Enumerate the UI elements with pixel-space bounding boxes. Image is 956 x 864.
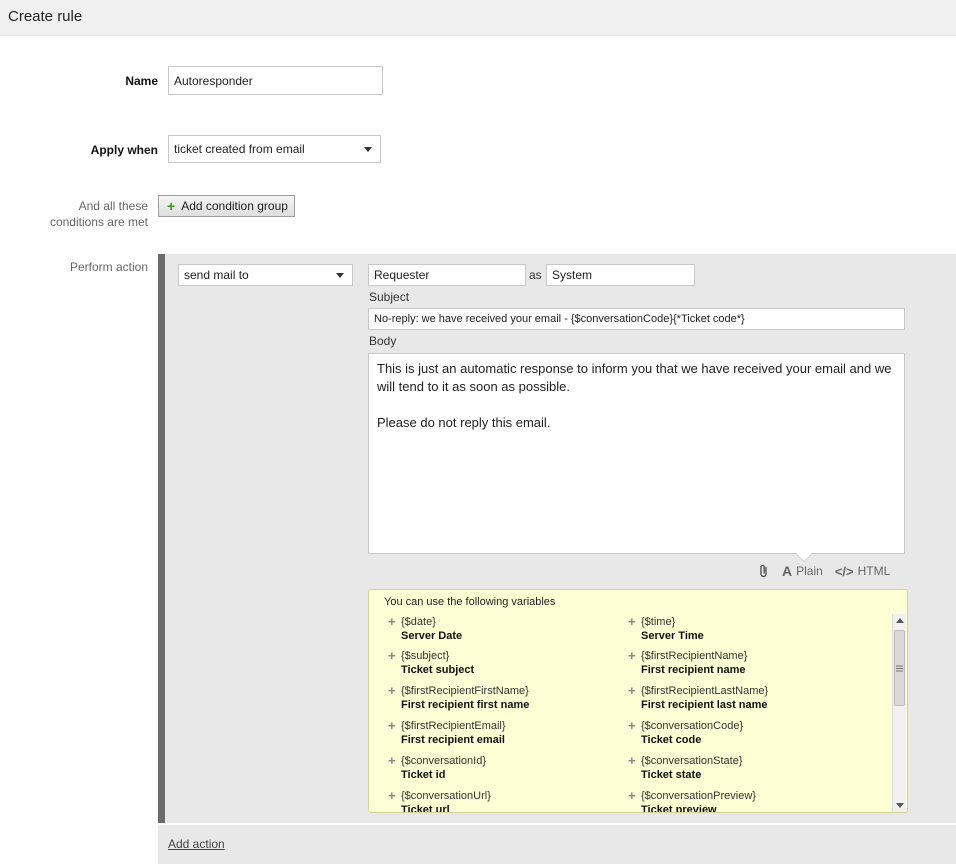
footer-bar: Add action: [158, 825, 956, 864]
conditions-label-line1: And all these: [78, 199, 148, 213]
variable-item[interactable]: + {$firstRecipientEmail} First recipient …: [388, 718, 628, 746]
name-label: Name: [125, 74, 158, 88]
plus-icon: +: [388, 788, 396, 803]
variable-code: {$conversationState}: [641, 755, 743, 767]
name-input[interactable]: [168, 66, 383, 95]
subject-label: Subject: [369, 290, 410, 304]
variables-list: + {$date} Server Date + {$time} Server Tim…: [369, 614, 891, 812]
chevron-down-icon: [364, 146, 372, 152]
apply-when-value: ticket created from email: [174, 142, 305, 156]
variable-code: {$subject}: [401, 650, 450, 662]
variable-desc: Ticket code: [641, 734, 702, 746]
sender-input[interactable]: [546, 264, 695, 286]
plus-icon: +: [388, 614, 396, 629]
action-type-value: send mail to: [184, 268, 249, 282]
plus-icon: +: [628, 788, 636, 803]
add-action-link[interactable]: Add action: [168, 837, 225, 851]
variable-desc: Ticket preview: [641, 804, 717, 812]
variable-code: {$firstRecipientName}: [641, 650, 748, 662]
subject-input[interactable]: [368, 308, 905, 330]
variable-desc: Server Date: [401, 630, 463, 642]
page-title: Create rule: [8, 8, 83, 25]
body-label: Body: [369, 334, 397, 348]
variable-item[interactable]: + {$conversationCode} Ticket code: [628, 718, 868, 746]
variable-item[interactable]: + {$conversationPreview} Ticket preview: [628, 788, 868, 812]
variable-desc: Ticket subject: [401, 664, 475, 676]
conditions-label-line2: conditions are met: [49, 215, 148, 229]
variable-desc: Ticket id: [401, 769, 446, 781]
variable-code: {$time}: [641, 616, 676, 628]
body-notch-fill: [796, 553, 812, 561]
scroll-up-icon[interactable]: [896, 618, 904, 623]
code-icon: </>: [834, 563, 854, 579]
plus-icon: +: [628, 718, 636, 733]
plus-icon: +: [388, 753, 396, 768]
variable-code: {$date}: [401, 616, 436, 628]
add-condition-group-label: Add condition group: [181, 199, 288, 213]
format-html-button[interactable]: </> HTML: [835, 564, 890, 579]
variable-desc: Ticket url: [401, 804, 450, 812]
variable-code: {$firstRecipientLastName}: [641, 685, 769, 697]
scroll-thumb[interactable]: [894, 630, 905, 706]
variable-code: {$firstRecipientEmail}: [401, 720, 506, 732]
variable-desc: First recipient last name: [641, 699, 768, 711]
page-header: Create rule: [0, 0, 956, 36]
grip-icon: [896, 665, 903, 671]
plus-icon: +: [388, 683, 396, 698]
recipient-input[interactable]: [368, 264, 526, 286]
apply-when-label: Apply when: [90, 143, 158, 157]
variables-title: You can use the following variables: [384, 596, 556, 608]
plus-icon: +: [388, 718, 396, 733]
format-toolbar: A Plain </> HTML: [758, 563, 902, 579]
add-condition-group-button[interactable]: + Add condition group: [158, 195, 295, 217]
variable-code: {$conversationPreview}: [641, 790, 756, 802]
variable-desc: Server Time: [641, 630, 704, 642]
variable-item[interactable]: + {$conversationId} Ticket id: [388, 753, 628, 781]
variable-item[interactable]: + {$date} Server Date: [388, 614, 628, 642]
paperclip-icon: [760, 564, 767, 578]
plus-icon: +: [167, 198, 176, 214]
variable-item[interactable]: + {$conversationState} Ticket state: [628, 753, 868, 781]
text-format-icon: A: [782, 563, 793, 579]
variable-item[interactable]: + {$subject} Ticket subject: [388, 648, 628, 676]
variable-item[interactable]: + {$firstRecipientFirstName} First recipi…: [388, 683, 628, 711]
apply-when-select[interactable]: ticket created from email: [168, 135, 381, 163]
variable-desc: First recipient email: [401, 734, 505, 746]
format-plain-button[interactable]: A Plain: [782, 563, 823, 579]
scroll-down-icon[interactable]: [896, 803, 904, 808]
attachment-button[interactable]: [758, 564, 770, 578]
variable-desc: First recipient name: [641, 664, 746, 676]
variable-code: {$conversationCode}: [641, 720, 744, 732]
variable-code: {$firstRecipientFirstName}: [401, 685, 529, 697]
variable-desc: Ticket state: [641, 769, 702, 781]
variables-panel: You can use the following variables + {$d…: [368, 589, 908, 813]
action-type-select[interactable]: send mail to: [178, 264, 353, 286]
perform-action-label: Perform action: [69, 260, 148, 274]
chevron-down-icon: [336, 272, 344, 278]
as-label: as: [529, 268, 542, 282]
variable-desc: First recipient first name: [401, 699, 530, 711]
plus-icon: +: [388, 648, 396, 663]
plus-icon: +: [628, 753, 636, 768]
variable-code: {$conversationId}: [401, 755, 487, 767]
conditions-label: And all these conditions are met: [20, 198, 148, 230]
plus-icon: +: [628, 683, 636, 698]
body-textarea[interactable]: This is just an automatic response to in…: [368, 353, 905, 554]
variable-item[interactable]: + {$time} Server Time: [628, 614, 868, 642]
plus-icon: +: [628, 614, 636, 629]
plus-icon: +: [628, 648, 636, 663]
variables-scrollbar[interactable]: [892, 614, 906, 812]
variable-code: {$conversationUrl}: [401, 790, 491, 802]
format-html-label: HTML: [857, 564, 891, 578]
variable-item[interactable]: + {$firstRecipientLastName} First recipie…: [628, 683, 868, 711]
variable-item[interactable]: + {$conversationUrl} Ticket url: [388, 788, 628, 812]
variable-item[interactable]: + {$firstRecipientName} First recipient n…: [628, 648, 868, 676]
format-plain-label: Plain: [796, 564, 823, 578]
